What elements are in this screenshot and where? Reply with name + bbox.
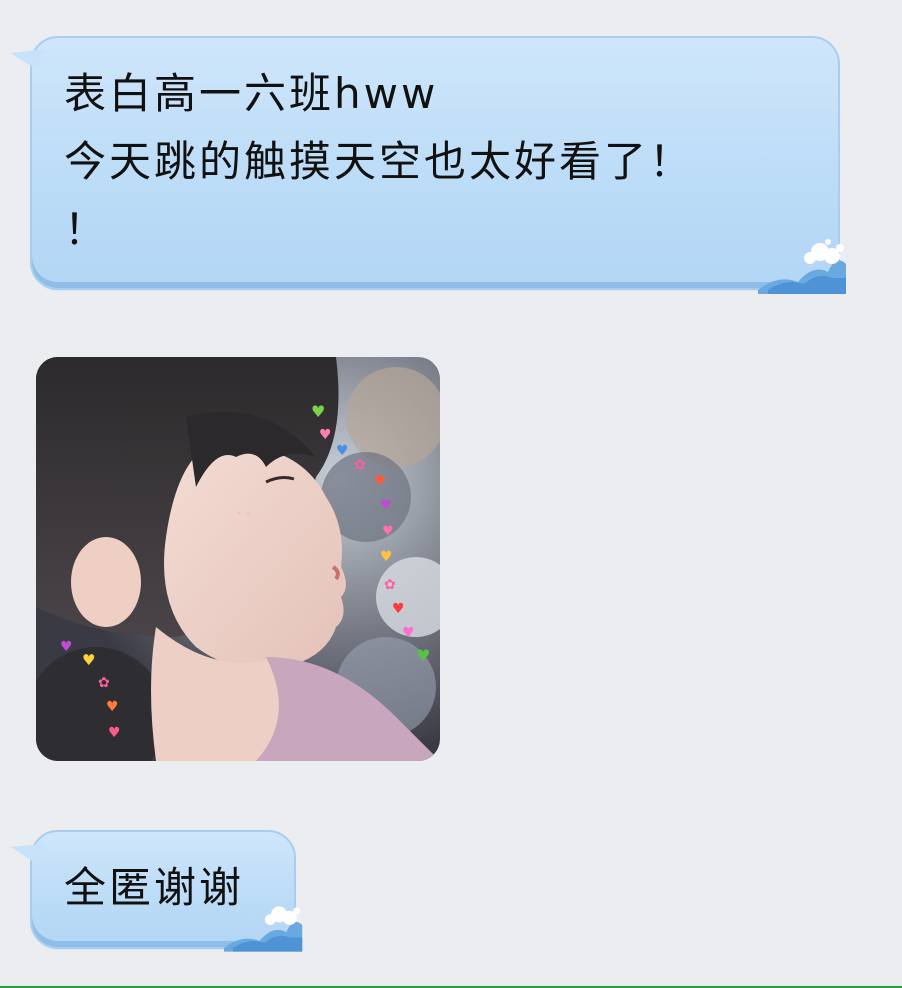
svg-text:♥: ♥ [380, 498, 392, 513]
message-line: 表白高一六班hww [64, 69, 439, 118]
svg-text:♥: ♥ [416, 646, 430, 665]
svg-text:♥: ♥ [382, 524, 394, 539]
message-line: 今天跳的触摸天空也太好看了！ [64, 137, 695, 186]
photo-message[interactable]: ♥ ♥ ♥ ✿ ♥ ♥ ♥ ♥ ✿ ♥ ♥ ♥ ♥ ♥ ✿ ♥ ♥ • • [36, 357, 440, 761]
bubble-tail [8, 36, 46, 70]
message-line: 全匿谢谢 [64, 863, 245, 912]
message-bubble[interactable]: 全匿谢谢 [8, 830, 303, 952]
wave-decoration-icon [224, 906, 303, 952]
message-text: 全匿谢谢 [64, 854, 244, 922]
chat-area: 表白高一六班hww 今天跳的触摸天空也太好看了！ ！ ♥ ♥ ♥ ✿ ♥ ♥ ♥ … [0, 0, 902, 986]
photo-of-girl-with-heart-stickers-icon: ♥ ♥ ♥ ✿ ♥ ♥ ♥ ♥ ✿ ♥ ♥ ♥ ♥ ♥ ✿ ♥ ♥ • • [36, 357, 440, 761]
message-line: ！ [64, 205, 110, 254]
svg-text:♥: ♥ [392, 601, 405, 617]
svg-text:♥: ♥ [380, 549, 393, 565]
svg-text:♥: ♥ [336, 443, 349, 459]
wave-decoration-icon [758, 239, 846, 294]
svg-text:♥: ♥ [374, 474, 386, 489]
message-bubble[interactable]: 表白高一六班hww 今天跳的触摸天空也太好看了！ ！ [8, 36, 846, 294]
svg-text:✿: ✿ [354, 457, 366, 473]
svg-text:✿: ✿ [384, 577, 396, 593]
svg-text:♥: ♥ [82, 651, 95, 669]
bubble-tail [8, 830, 46, 864]
message-text: 表白高一六班hww 今天跳的触摸天空也太好看了！ ！ [64, 60, 694, 264]
svg-text:♥: ♥ [402, 625, 415, 641]
svg-text:♥: ♥ [311, 402, 325, 421]
svg-text:♥: ♥ [60, 639, 73, 655]
svg-text:✿: ✿ [98, 675, 110, 691]
svg-text:♥: ♥ [319, 427, 332, 443]
svg-text:♥: ♥ [106, 699, 119, 715]
svg-text:• •: • • [236, 509, 251, 520]
svg-text:♥: ♥ [108, 725, 121, 741]
